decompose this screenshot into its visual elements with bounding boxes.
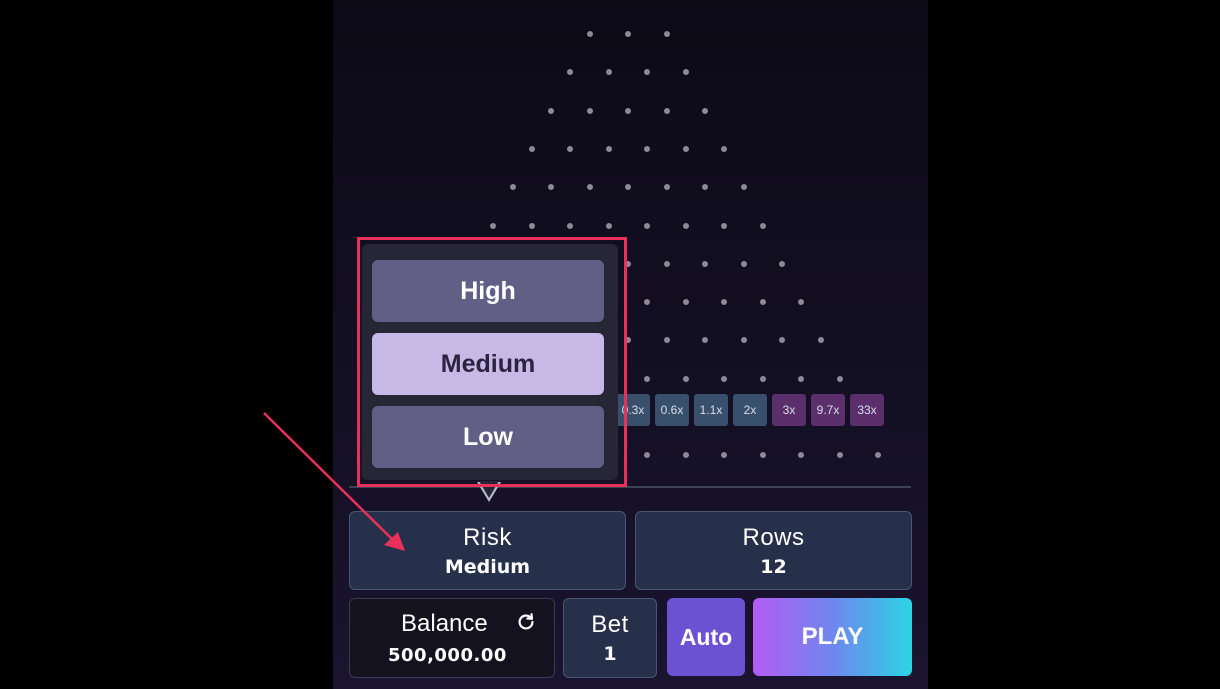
peg	[548, 107, 554, 114]
risk-option-medium[interactable]: Medium	[372, 333, 604, 395]
peg	[702, 107, 708, 114]
peg	[721, 222, 728, 229]
peg	[721, 452, 728, 459]
multiplier-bucket: 2x	[733, 394, 767, 426]
peg	[798, 375, 805, 382]
peg	[702, 184, 708, 191]
peg	[740, 260, 747, 267]
risk-label: Risk	[463, 523, 512, 551]
risk-button[interactable]: Risk Medium	[349, 511, 626, 590]
peg	[798, 299, 805, 306]
peg	[567, 145, 574, 152]
rows-label: Rows	[742, 523, 805, 551]
peg	[836, 452, 843, 459]
play-button[interactable]: PLAY	[753, 598, 912, 676]
multiplier-bucket: 33x	[850, 394, 884, 426]
peg	[682, 299, 689, 306]
peg	[644, 375, 651, 382]
rows-button[interactable]: Rows 12	[635, 511, 912, 590]
peg	[644, 222, 651, 229]
peg	[605, 145, 612, 152]
peg	[663, 260, 670, 267]
peg	[567, 222, 574, 229]
peg	[721, 145, 728, 152]
peg	[759, 452, 766, 459]
peg	[625, 337, 631, 344]
refresh-icon[interactable]	[515, 611, 537, 633]
peg	[567, 69, 574, 76]
peg	[721, 375, 728, 382]
peg	[586, 184, 593, 191]
peg	[625, 107, 631, 114]
peg	[509, 184, 516, 191]
peg	[528, 145, 535, 152]
peg	[759, 222, 766, 229]
peg	[740, 184, 747, 191]
bet-value: 1	[603, 643, 617, 665]
risk-option-high[interactable]: High	[372, 260, 604, 322]
peg	[644, 145, 651, 152]
bet-control[interactable]: Bet 1	[563, 598, 657, 678]
bet-label: Bet	[591, 611, 629, 638]
multiplier-bucket: 1.1x	[694, 394, 728, 426]
peg	[836, 375, 843, 382]
balance-panel: Balance 500,000.00	[349, 598, 555, 678]
peg	[875, 452, 882, 459]
multiplier-bucket: 0.3x	[616, 394, 650, 426]
peg	[682, 452, 689, 459]
dropdown-pointer-fill	[479, 481, 499, 498]
peg	[586, 107, 593, 114]
peg	[759, 299, 766, 306]
peg	[798, 452, 805, 459]
peg	[528, 222, 535, 229]
peg	[663, 107, 670, 114]
peg	[586, 31, 593, 37]
peg	[548, 184, 554, 191]
peg	[779, 260, 785, 267]
peg	[605, 69, 612, 76]
peg	[682, 222, 689, 229]
peg	[702, 337, 708, 344]
peg	[682, 375, 689, 382]
peg	[682, 69, 689, 76]
peg	[644, 452, 651, 459]
risk-option-low[interactable]: Low	[372, 406, 604, 468]
auto-button[interactable]: Auto	[667, 598, 745, 676]
peg	[663, 31, 670, 37]
peg	[740, 337, 747, 344]
peg	[605, 222, 612, 229]
peg	[625, 260, 631, 267]
peg	[682, 145, 689, 152]
peg	[644, 69, 651, 76]
multiplier-bucket: 0.6x	[655, 394, 689, 426]
risk-value: Medium	[444, 555, 531, 578]
peg	[644, 299, 651, 306]
peg	[759, 375, 766, 382]
rows-value: 12	[760, 555, 787, 578]
peg	[702, 260, 708, 267]
balance-value: 500,000.00	[388, 645, 507, 666]
peg	[721, 299, 728, 306]
balance-label: Balance	[401, 610, 488, 637]
peg	[490, 222, 497, 229]
peg	[625, 31, 631, 37]
multiplier-bucket: 9.7x	[811, 394, 845, 426]
peg	[663, 337, 670, 344]
peg	[817, 337, 824, 344]
peg	[625, 184, 631, 191]
peg	[779, 337, 785, 344]
multiplier-bucket: 3x	[772, 394, 806, 426]
board-divider	[349, 486, 911, 488]
peg	[663, 184, 670, 191]
